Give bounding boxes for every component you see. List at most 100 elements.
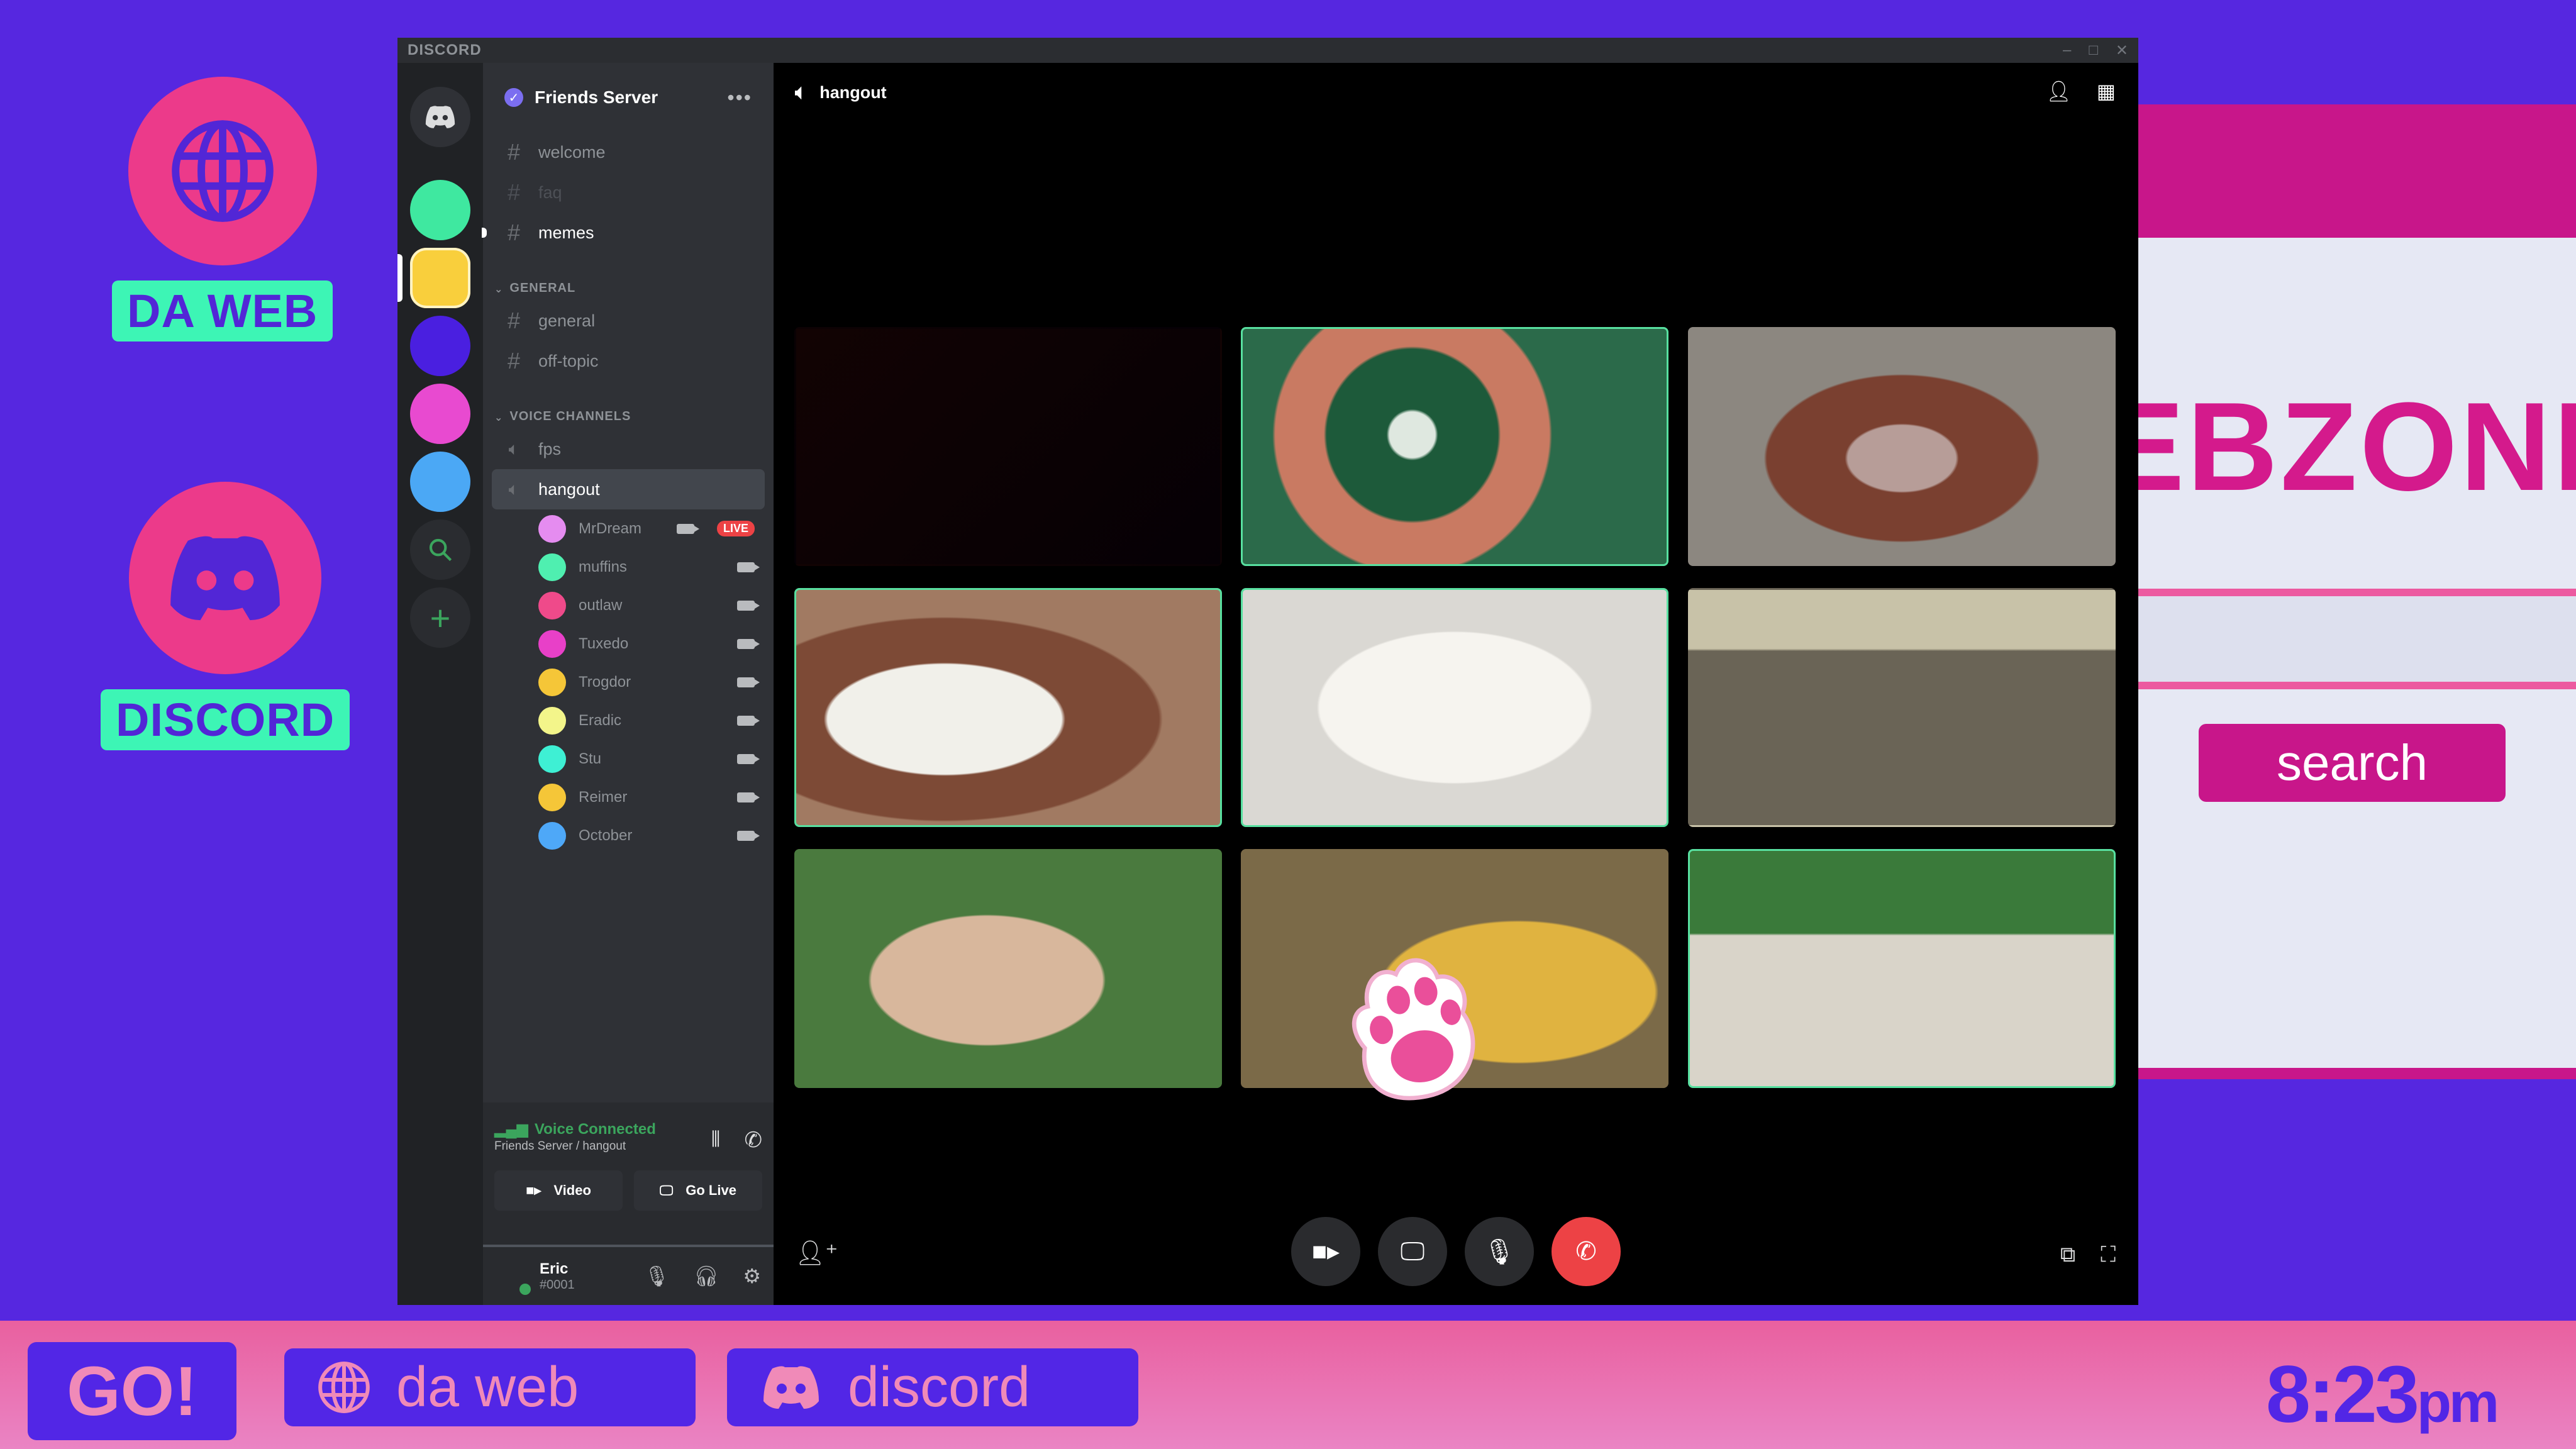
category-voice-channels[interactable]: ⌄ VOICE CHANNELS [483,394,774,429]
speaker-icon: 🔈︎ [795,80,808,103]
avatar [538,821,566,850]
camera-icon [737,753,760,764]
call-channel-name: hangout [819,82,887,102]
hash-icon: # [507,179,521,205]
channel-welcome[interactable]: # welcome [483,132,774,172]
call-view: 🔈︎ hangout 👤︎ ▦ 👤︎⁺ ■▸ 🖵︎ 🎙︎ ✆ ⧉ ⛶ [774,63,2138,1305]
member-name: outlaw [579,596,623,614]
voice-member[interactable]: outlaw [483,586,774,625]
avatar [538,745,566,773]
grid-layout-icon[interactable]: ▦ [2097,79,2116,103]
headphones-icon[interactable]: 🎧︎ [694,1264,719,1288]
voice-connection-panel: ▂▄▆ Voice Connected Friends Server / hang… [483,1102,774,1247]
screen-share-button[interactable]: 🖵︎ [1378,1217,1447,1286]
signal-icon: ▂▄▆ [494,1121,528,1138]
video-button[interactable]: ■▸ Video [494,1170,623,1211]
camera-icon [737,562,760,572]
server-icon-active[interactable] [397,248,470,308]
microphone-icon[interactable]: 🎙︎ [644,1264,670,1288]
globe-icon [318,1362,370,1413]
channel-name: faq [538,182,562,202]
server-icon[interactable] [410,452,470,512]
category-general[interactable]: ⌄ GENERAL [483,265,774,301]
hash-icon: # [507,348,521,374]
launcher-label: DA WEB [112,280,333,341]
noise-suppression-icon[interactable]: ⦀ [711,1128,721,1153]
camera-icon [737,677,760,687]
voice-member[interactable]: muffins [483,548,774,586]
webzone-footer-bar [2138,1068,2576,1079]
voice-member[interactable]: Stu [483,740,774,778]
video-tile[interactable] [1688,327,2116,566]
channel-name: fps [538,439,562,458]
more-options-icon[interactable]: ••• [727,86,752,109]
launcher-label: DISCORD [101,689,350,750]
voice-member[interactable]: Reimer [483,778,774,816]
server-icon[interactable] [410,316,470,376]
video-tile[interactable] [794,849,1222,1088]
launcher-discord[interactable]: DISCORD [101,482,350,750]
webzone-search-input[interactable] [2138,589,2576,689]
discord-wordmark: DISCORD [408,42,482,58]
taskbar-discord-button[interactable]: discord [727,1348,1138,1426]
voice-status[interactable]: Voice Connected [535,1121,656,1138]
maximize-button[interactable]: □ [2089,42,2098,60]
gear-icon[interactable]: ⚙ [743,1264,761,1288]
home-button[interactable] [410,87,470,147]
taskbar-da-web-button[interactable]: da web [284,1348,696,1426]
minimize-button[interactable]: – [2063,42,2071,60]
members-icon[interactable]: 👤︎ [2046,79,2072,103]
video-tile[interactable] [794,327,1222,566]
go-live-button[interactable]: 🖵︎ Go Live [634,1170,762,1211]
disconnect-button[interactable]: ✆ [1552,1217,1621,1286]
camera-icon: ■▸ [1311,1238,1340,1265]
voice-channel-fps[interactable]: 🔈︎ fps [483,429,774,469]
voice-member-list: MrDream LIVE muffins outlaw Tuxedo Trogdor Era… [483,509,774,855]
voice-channel-hangout[interactable]: 🔈︎ hangout [492,469,765,509]
voice-member[interactable]: October [483,816,774,855]
avatar [538,783,566,811]
channel-name: welcome [538,142,606,162]
add-server-button[interactable]: + [410,587,470,648]
member-name: Reimer [579,788,628,806]
microphone-icon: 🎙︎ [1483,1238,1516,1266]
window-titlebar[interactable]: DISCORD – □ ✕ [397,38,2138,63]
channel-general[interactable]: # general [483,301,774,341]
channel-memes[interactable]: # memes [482,213,774,253]
disconnect-icon[interactable]: ✆ [745,1128,763,1153]
user-tag: #0001 [540,1277,575,1292]
video-tile[interactable] [1688,588,2116,827]
voice-member[interactable]: Tuxedo [483,625,774,663]
channel-name: memes [538,223,594,242]
microphone-toggle-button[interactable]: 🎙︎ [1465,1217,1534,1286]
voice-member[interactable]: Trogdor [483,663,774,701]
explore-servers-button[interactable] [410,519,470,580]
invite-user-icon[interactable]: 👤︎⁺ [795,1239,838,1267]
pop-out-icon[interactable]: ⧉ [2060,1243,2075,1267]
video-tile[interactable] [1688,849,2116,1088]
close-button[interactable]: ✕ [2116,42,2128,60]
voice-member[interactable]: Eradic [483,701,774,740]
video-tile[interactable] [794,588,1222,827]
chevron-down-icon: ⌄ [494,413,504,423]
voice-location: Friends Server / hangout [494,1140,626,1153]
hash-icon: # [507,308,521,333]
camera-icon [676,523,699,534]
speaker-icon: 🔈︎ [508,438,519,458]
voice-member[interactable]: MrDream LIVE [483,509,774,548]
avatar [538,553,566,581]
video-tile[interactable] [1241,327,1668,566]
server-icon[interactable] [410,384,470,444]
server-icon[interactable] [410,180,470,240]
go-button[interactable]: GO! [28,1342,236,1440]
channel-faq[interactable]: # faq [483,172,774,213]
launcher-da-web[interactable]: DA WEB [112,77,333,341]
video-tile[interactable] [1241,588,1668,827]
server-header[interactable]: ✓ Friends Server ••• [483,63,774,132]
server-name: Friends Server [535,87,658,107]
user-info[interactable]: Eric #0001 [540,1260,644,1292]
fullscreen-icon[interactable]: ⛶ [2101,1243,2116,1267]
search-button[interactable]: search [2199,724,2506,802]
camera-toggle-button[interactable]: ■▸ [1291,1217,1360,1286]
channel-off-topic[interactable]: # off-topic [483,341,774,381]
